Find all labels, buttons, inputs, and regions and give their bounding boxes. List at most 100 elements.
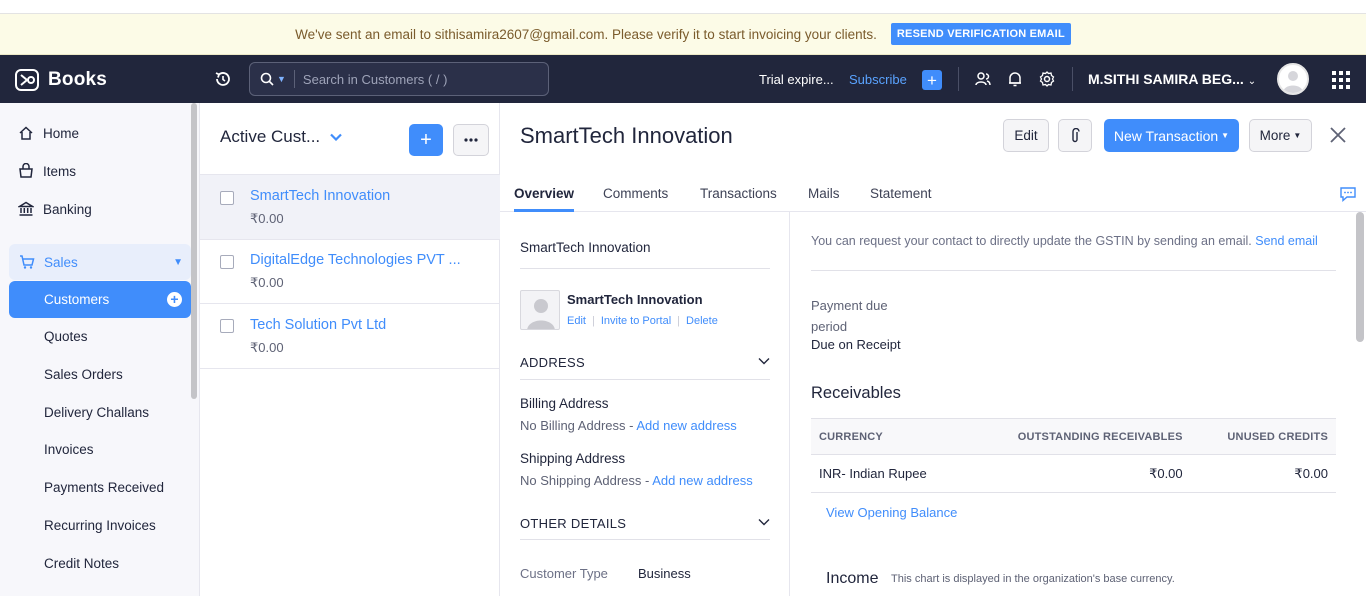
column-header-currency: CURRENCY	[811, 418, 966, 455]
billing-address-value: No Billing Address - Add new address	[520, 418, 737, 433]
delete-contact-link[interactable]: Delete	[686, 315, 718, 327]
customer-amount: ₹0.00	[250, 211, 284, 226]
list-more-options-button[interactable]	[453, 124, 489, 156]
customer-name[interactable]: DigitalEdge Technologies PVT ...	[250, 252, 461, 268]
list-item[interactable]: DigitalEdge Technologies PVT ... ₹0.00	[200, 239, 500, 304]
row-checkbox[interactable]	[220, 319, 234, 333]
subscribe-link[interactable]: Subscribe	[849, 72, 907, 87]
overview-main-pane: You can request your contact to directly…	[791, 212, 1366, 596]
detail-scrollbar[interactable]	[1356, 212, 1364, 342]
unused-credits-cell: ₹0.00	[1190, 454, 1336, 493]
trial-status[interactable]: Trial expire...	[759, 72, 834, 87]
other-details-section-header[interactable]: OTHER DETAILS	[520, 516, 626, 531]
edit-button[interactable]: Edit	[1003, 119, 1049, 152]
customer-name[interactable]: SmartTech Innovation	[250, 188, 390, 204]
receivables-table: CURRENCY OUTSTANDING RECEIVABLES UNUSED …	[811, 418, 1336, 493]
row-checkbox[interactable]	[220, 255, 234, 269]
notification-bell-icon[interactable]	[1006, 70, 1024, 88]
more-button[interactable]: More ▼	[1249, 119, 1312, 152]
new-customer-button[interactable]: +	[409, 124, 443, 156]
close-icon[interactable]	[1329, 126, 1347, 144]
chevron-down-icon[interactable]	[758, 518, 770, 526]
sidebar-item-recurring-invoices[interactable]: Recurring Invoices	[44, 518, 156, 533]
address-section-header[interactable]: ADDRESS	[520, 355, 585, 370]
list-item[interactable]: Tech Solution Pvt Ltd ₹0.00	[200, 304, 500, 369]
gstin-request-note: You can request your contact to directly…	[811, 234, 1318, 248]
sidebar-item-quotes[interactable]: Quotes	[44, 329, 88, 344]
contact-actions: Edit | Invite to Portal | Delete	[567, 315, 718, 327]
outstanding-cell: ₹0.00	[965, 454, 1191, 493]
tab-comments[interactable]: Comments	[603, 186, 668, 201]
payment-due-label: Payment due period	[811, 295, 888, 337]
sidebar-group-sales[interactable]: Sales ▼	[9, 244, 191, 280]
contact-person-name: SmartTech Innovation	[567, 292, 703, 307]
view-opening-balance-link[interactable]: View Opening Balance	[826, 505, 957, 520]
resend-verification-button[interactable]: RESEND VERIFICATION EMAIL	[890, 23, 1071, 45]
income-title: Income	[826, 570, 879, 587]
search-divider	[293, 70, 295, 88]
add-customer-plus-icon[interactable]: +	[167, 292, 182, 307]
new-transaction-button[interactable]: New Transaction ▼	[1104, 119, 1239, 152]
sidebar-item-label: Items	[43, 163, 77, 179]
app-grid-icon[interactable]	[1332, 71, 1350, 89]
billing-address-label: Billing Address	[520, 396, 609, 411]
chevron-down-icon[interactable]	[758, 357, 770, 365]
sidebar-item-payments-received[interactable]: Payments Received	[44, 480, 164, 495]
recent-activity-icon[interactable]	[214, 70, 232, 88]
table-row: INR- Indian Rupee ₹0.00 ₹0.00	[811, 454, 1336, 493]
organization-switcher[interactable]: M.SITHI SAMIRA BEG... ⌄	[1088, 71, 1256, 87]
shipping-address-value: No Shipping Address - Add new address	[520, 473, 753, 488]
sidebar-scrollbar[interactable]	[191, 103, 197, 399]
add-shipping-address-link[interactable]: Add new address	[652, 473, 752, 488]
banner-message: We've sent an email to sithisamira2607@g…	[295, 26, 877, 42]
sidebar-item-customers[interactable]: Customers +	[9, 281, 191, 318]
tab-mails[interactable]: Mails	[808, 186, 840, 201]
quick-create-plus-icon[interactable]: +	[922, 70, 942, 90]
app-logo[interactable]: Books	[14, 67, 107, 93]
row-checkbox[interactable]	[220, 191, 234, 205]
billing-address-text: No Billing Address -	[520, 418, 634, 433]
customer-amount: ₹0.00	[250, 275, 284, 290]
sidebar-item-label: Home	[43, 125, 80, 141]
tab-statement[interactable]: Statement	[870, 186, 932, 201]
shipping-address-text: No Shipping Address -	[520, 473, 650, 488]
sidebar-item-delivery-challans[interactable]: Delivery Challans	[44, 405, 149, 420]
search-icon	[260, 72, 274, 86]
sidebar-item-items[interactable]: Items	[18, 163, 76, 179]
add-billing-address-link[interactable]: Add new address	[636, 418, 736, 433]
contact-avatar	[520, 290, 560, 330]
sidebar-item-sales-orders[interactable]: Sales Orders	[44, 367, 123, 382]
invite-to-portal-link[interactable]: Invite to Portal	[601, 315, 671, 327]
attachment-button[interactable]	[1058, 119, 1092, 152]
settings-gear-icon[interactable]	[1038, 70, 1056, 88]
column-header-outstanding: OUTSTANDING RECEIVABLES	[965, 418, 1191, 455]
search-box[interactable]: ▼	[249, 62, 549, 96]
sidebar-item-label: Customers	[44, 292, 110, 307]
app-name: Books	[48, 69, 108, 90]
view-selector[interactable]: Active Cust...	[220, 127, 342, 147]
sidebar-item-invoices[interactable]: Invoices	[44, 442, 94, 457]
divider	[520, 268, 770, 269]
sidebar-item-home[interactable]: Home	[18, 125, 79, 141]
contact-summary-pane: SmartTech Innovation SmartTech Innovatio…	[500, 212, 790, 596]
customer-name[interactable]: Tech Solution Pvt Ltd	[250, 317, 386, 333]
search-input[interactable]	[302, 71, 533, 87]
list-item[interactable]: SmartTech Innovation ₹0.00	[200, 175, 500, 240]
comment-icon[interactable]	[1339, 185, 1357, 203]
organization-name: M.SITHI SAMIRA BEG...	[1088, 71, 1244, 87]
verification-banner: We've sent an email to sithisamira2607@g…	[0, 14, 1366, 55]
tab-overview[interactable]: Overview	[514, 186, 574, 201]
payment-due-label-line: period	[811, 319, 848, 334]
user-avatar[interactable]	[1277, 63, 1309, 95]
customer-detail-panel: SmartTech Innovation Edit New Transactio…	[500, 103, 1366, 596]
sidebar-item-credit-notes[interactable]: Credit Notes	[44, 556, 119, 571]
sidebar-item-banking[interactable]: Banking	[18, 201, 92, 217]
search-scope-chevron-icon[interactable]: ▼	[277, 74, 286, 84]
tab-transactions[interactable]: Transactions	[700, 186, 777, 201]
payment-due-label-line: Payment due	[811, 298, 888, 313]
edit-contact-link[interactable]: Edit	[567, 315, 586, 327]
send-email-link[interactable]: Send email	[1255, 234, 1318, 248]
separator: |	[677, 315, 681, 327]
users-icon[interactable]	[974, 70, 992, 88]
company-name: SmartTech Innovation	[520, 240, 651, 255]
